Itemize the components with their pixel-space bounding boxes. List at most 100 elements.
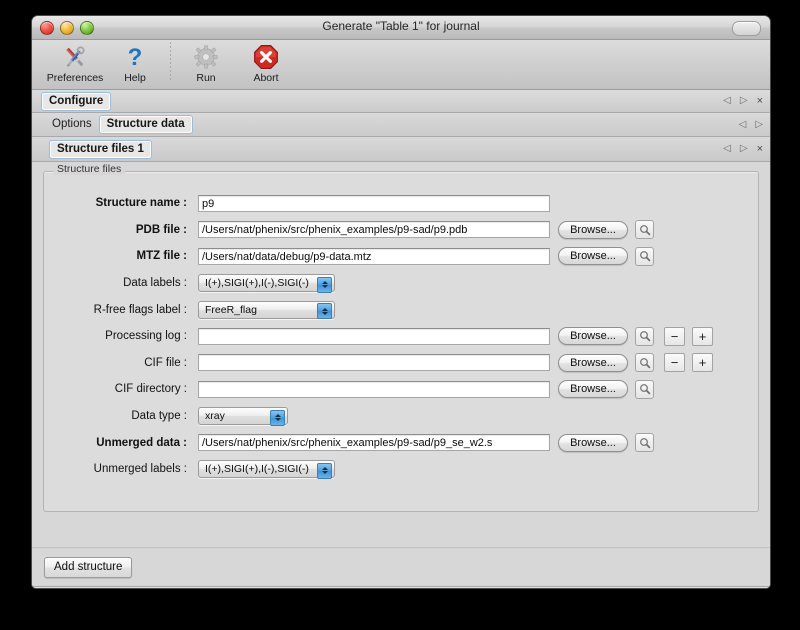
gear-icon <box>193 43 219 71</box>
tab-close-icon[interactable]: × <box>757 144 763 155</box>
tab-bar-level-3: Structure files 1 ◁ ▷ × <box>32 137 770 162</box>
form-row: PDB file :/Users/nat/phenix/src/phenix_e… <box>44 217 758 244</box>
browse-button[interactable]: Browse... <box>558 247 628 265</box>
magnifier-button[interactable] <box>635 433 654 452</box>
text-input[interactable]: /Users/nat/phenix/src/phenix_examples/p9… <box>198 221 550 238</box>
field-label: MTZ file : <box>56 250 198 262</box>
field-label: PDB file : <box>56 224 198 236</box>
text-input[interactable]: /Users/nat/data/debug/p9-data.mtz <box>198 248 550 265</box>
remove-button[interactable]: − <box>664 327 685 346</box>
toolbar-label-abort: Abort <box>253 72 278 84</box>
stepper-arrows-icon[interactable] <box>317 277 332 293</box>
dropdown[interactable]: I(+),SIGI(+),I(-),SIGI(-) <box>198 274 335 292</box>
field-label: Structure name : <box>56 197 198 209</box>
dropdown[interactable]: I(+),SIGI(+),I(-),SIGI(-) <box>198 460 335 478</box>
stepper-arrows-icon[interactable] <box>317 303 332 319</box>
form-row: Unmerged labels : I(+),SIGI(+),I(-),SIGI(… <box>44 456 758 483</box>
tab-next-icon[interactable]: ▷ <box>740 144 748 154</box>
toolbar-button-preferences[interactable]: Preferences <box>45 40 105 87</box>
tab-prev-icon[interactable]: ◁ <box>739 120 747 130</box>
field-label: R-free flags label : <box>56 304 198 316</box>
screen: Generate "Table 1" for journal <box>0 0 800 630</box>
dropdown[interactable]: FreeR_flag <box>198 301 335 319</box>
toolbar-button-run[interactable]: Run <box>176 40 236 87</box>
text-input[interactable] <box>198 328 550 345</box>
toolbar-button-abort[interactable]: Abort <box>236 40 296 87</box>
field-label: Unmerged labels : <box>56 463 198 475</box>
text-input[interactable]: p9 <box>198 195 550 212</box>
stop-octagon-icon <box>253 43 279 71</box>
structure-files-group: Structure files Structure name :p9PDB fi… <box>43 171 759 512</box>
browse-button[interactable]: Browse... <box>558 354 628 372</box>
tab-configure[interactable]: Configure <box>41 92 111 111</box>
tools-icon <box>62 43 88 71</box>
window-title: Generate "Table 1" for journal <box>32 19 770 33</box>
stepper-arrows-icon[interactable] <box>270 410 285 426</box>
field-label: Unmerged data : <box>56 437 198 449</box>
tab-nav-level-1: ◁ ▷ × <box>723 90 763 112</box>
field-label: Processing log : <box>56 330 198 342</box>
field-label: Data labels : <box>56 277 198 289</box>
toolbar: Preferences ? Help <box>32 40 770 90</box>
application-window: Generate "Table 1" for journal <box>31 15 771 589</box>
browse-button[interactable]: Browse... <box>558 380 628 398</box>
magnifier-button[interactable] <box>635 247 654 266</box>
form-row: MTZ file :/Users/nat/data/debug/p9-data.… <box>44 243 758 270</box>
content-pane: Structure files Structure name :p9PDB fi… <box>32 162 770 547</box>
tab-options[interactable]: Options <box>45 115 99 134</box>
magnifier-button[interactable] <box>635 380 654 399</box>
text-input[interactable]: /Users/nat/phenix/src/phenix_examples/p9… <box>198 434 550 451</box>
svg-text:?: ? <box>128 44 143 70</box>
title-bar: Generate "Table 1" for journal <box>32 16 770 40</box>
status-bar: Idle Project: debug <box>32 586 770 589</box>
form-row: Unmerged data :/Users/nat/phenix/src/phe… <box>44 429 758 456</box>
browse-button[interactable]: Browse... <box>558 434 628 452</box>
remove-button[interactable]: − <box>664 353 685 372</box>
tab-structure-data[interactable]: Structure data <box>99 115 193 134</box>
field-label: CIF directory : <box>56 383 198 395</box>
magnifier-button[interactable] <box>635 327 654 346</box>
form-row: Processing log : Browse... −+ <box>44 323 758 350</box>
stepper-arrows-icon[interactable] <box>317 463 332 479</box>
tab-structure-files-1[interactable]: Structure files 1 <box>49 140 152 159</box>
browse-button[interactable]: Browse... <box>558 221 628 239</box>
magnifier-button[interactable] <box>635 353 654 372</box>
group-caption: Structure files <box>53 163 125 175</box>
form-row: CIF file : Browse... −+ <box>44 350 758 377</box>
dropdown-value: I(+),SIGI(+),I(-),SIGI(-) <box>205 277 309 289</box>
field-label: CIF file : <box>56 357 198 369</box>
text-input[interactable] <box>198 354 550 371</box>
browse-button[interactable]: Browse... <box>558 327 628 345</box>
tab-nav-level-2: ◁ ▷ <box>739 113 763 136</box>
tab-prev-icon[interactable]: ◁ <box>723 96 731 106</box>
toolbar-separator <box>170 42 171 82</box>
add-structure-button[interactable]: Add structure <box>44 557 132 578</box>
form-row: Structure name :p9 <box>44 190 758 217</box>
toolbar-toggle-button[interactable] <box>732 21 761 36</box>
form-row: Data type : xray <box>44 403 758 430</box>
add-button[interactable]: + <box>692 327 713 346</box>
magnifier-button[interactable] <box>635 220 654 239</box>
tab-nav-level-3: ◁ ▷ × <box>723 137 763 161</box>
add-button[interactable]: + <box>692 353 713 372</box>
dropdown-value: I(+),SIGI(+),I(-),SIGI(-) <box>205 463 309 475</box>
tab-bar-level-1: Configure ◁ ▷ × <box>32 90 770 113</box>
bottom-bar: Add structure <box>32 547 770 586</box>
toolbar-label-preferences: Preferences <box>47 72 104 84</box>
dropdown-value: FreeR_flag <box>205 304 257 316</box>
form-row: Data labels : I(+),SIGI(+),I(-),SIGI(-) <box>44 270 758 297</box>
toolbar-button-help[interactable]: ? Help <box>105 40 165 87</box>
form-row: R-free flags label : FreeR_flag <box>44 296 758 323</box>
dropdown[interactable]: xray <box>198 407 288 425</box>
form-row: CIF directory : Browse... <box>44 376 758 403</box>
field-label: Data type : <box>56 410 198 422</box>
tab-prev-icon[interactable]: ◁ <box>723 144 731 154</box>
tab-next-icon[interactable]: ▷ <box>740 96 748 106</box>
dropdown-value: xray <box>205 410 225 422</box>
tab-close-icon[interactable]: × <box>757 96 763 107</box>
text-input[interactable] <box>198 381 550 398</box>
structure-files-form: Structure name :p9PDB file :/Users/nat/p… <box>44 185 758 483</box>
tab-next-icon[interactable]: ▷ <box>755 120 763 130</box>
tab-bar-level-2: Options Structure data ◁ ▷ <box>32 113 770 137</box>
toolbar-label-help: Help <box>124 72 146 84</box>
